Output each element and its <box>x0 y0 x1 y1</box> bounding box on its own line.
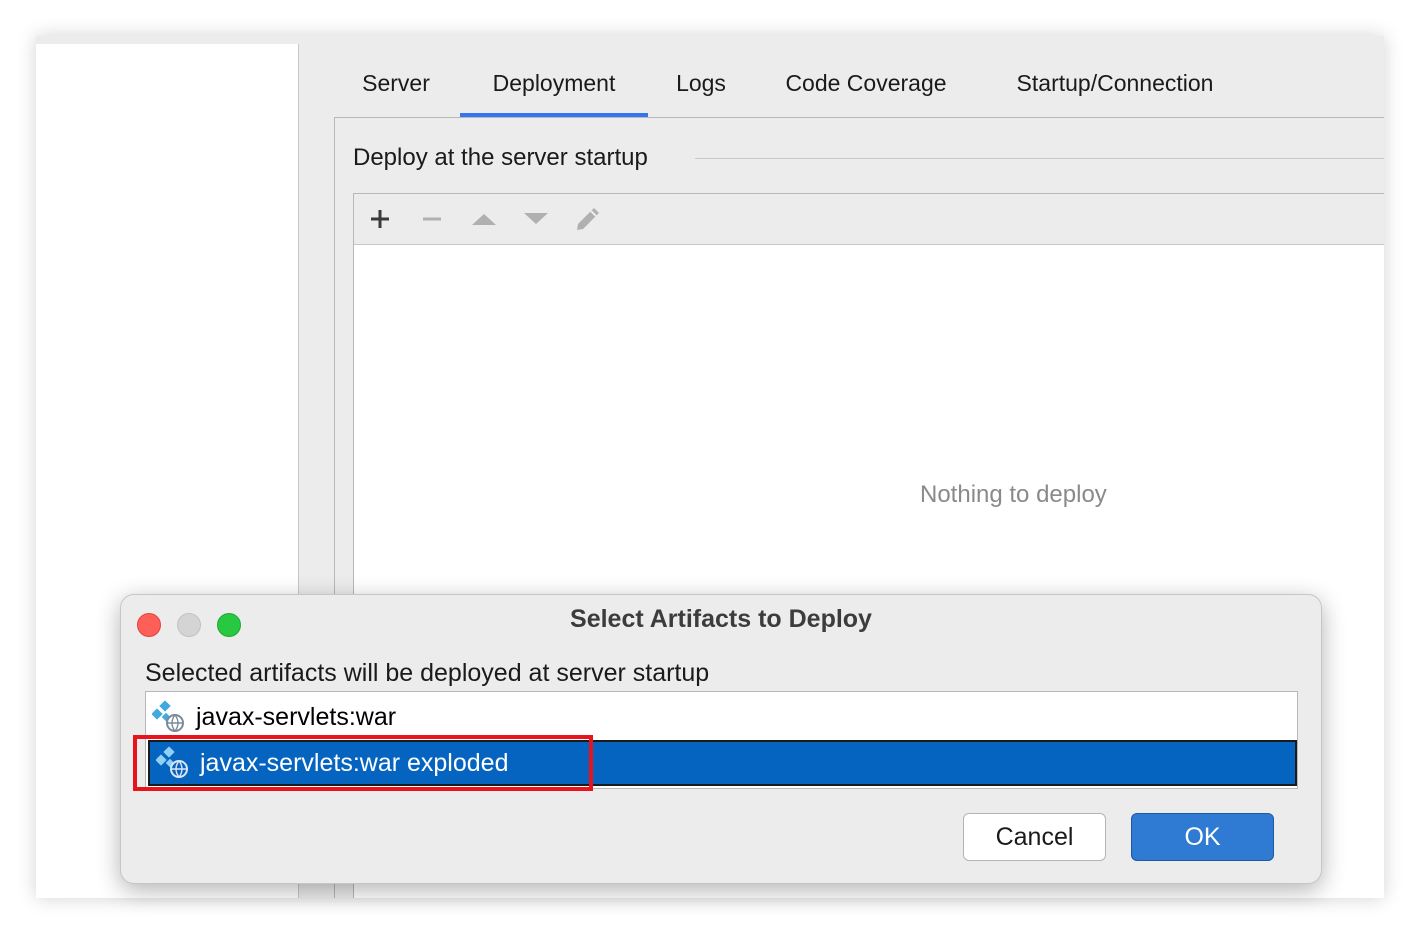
deploy-toolbar <box>354 194 1384 245</box>
add-icon[interactable] <box>364 203 396 235</box>
group-separator <box>695 158 1384 159</box>
deploy-group-title: Deploy at the server startup <box>353 144 662 172</box>
web-artifact-icon <box>156 746 188 778</box>
remove-icon[interactable] <box>416 203 448 235</box>
artifact-list[interactable]: javax-servlets:war javax-servlets:war ex… <box>145 691 1298 789</box>
tab-server[interactable]: Server <box>348 66 444 118</box>
move-up-icon[interactable] <box>468 203 500 235</box>
dialog-title: Select Artifacts to Deploy <box>570 605 872 633</box>
tab-startup-connection[interactable]: Startup/Connection <box>998 66 1232 118</box>
dialog-description: Selected artifacts will be deployed at s… <box>145 659 710 687</box>
move-down-icon[interactable] <box>520 203 552 235</box>
tab-bar: Server Deployment Logs Code Coverage Sta… <box>36 36 1384 118</box>
cancel-button[interactable]: Cancel <box>963 813 1106 861</box>
empty-state-text: Nothing to deploy <box>920 481 1107 508</box>
artifact-label: javax-servlets:war <box>196 702 397 731</box>
artifact-row-war-exploded[interactable]: javax-servlets:war exploded <box>148 740 1297 786</box>
artifact-row-war[interactable]: javax-servlets:war <box>146 694 1297 740</box>
ok-button[interactable]: OK <box>1131 813 1274 861</box>
select-artifacts-dialog: Select Artifacts to Deploy Selected arti… <box>120 594 1322 884</box>
tab-deployment[interactable]: Deployment <box>460 66 648 118</box>
tab-logs[interactable]: Logs <box>662 66 740 118</box>
web-artifact-icon <box>152 700 184 732</box>
tab-code-coverage[interactable]: Code Coverage <box>770 66 962 118</box>
artifact-label: javax-servlets:war exploded <box>200 748 509 777</box>
edit-icon[interactable] <box>572 203 604 235</box>
